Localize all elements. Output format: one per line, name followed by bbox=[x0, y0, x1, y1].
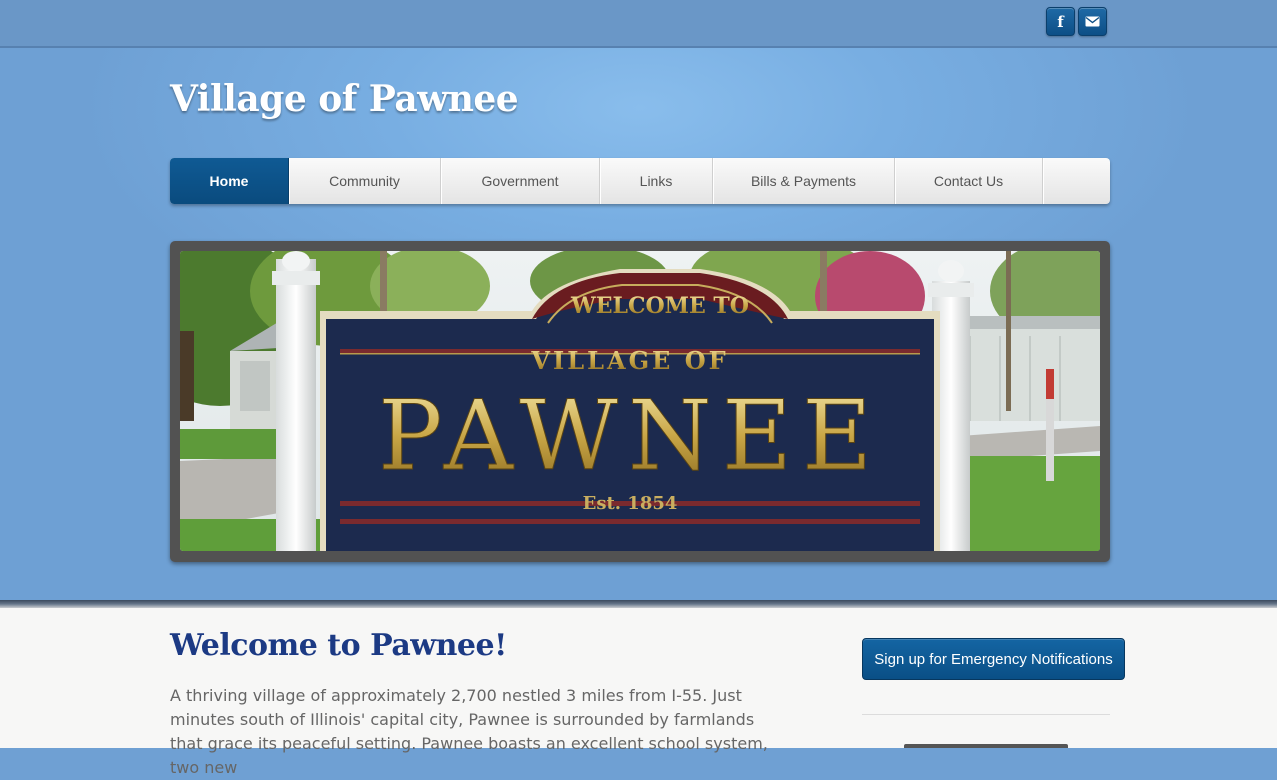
welcome-sign-image: WELCOME TO VILLAGE OF PAWNEE Est. 1854 bbox=[180, 251, 1100, 551]
sign-name: PAWNEE bbox=[378, 380, 882, 492]
nav-item-bills-payments[interactable]: Bills & Payments bbox=[713, 158, 895, 204]
nav-filler bbox=[1043, 158, 1110, 204]
nav-item-government[interactable]: Government bbox=[441, 158, 600, 204]
nav-item-contact-us[interactable]: Contact Us bbox=[895, 158, 1043, 204]
banner-frame: WELCOME TO VILLAGE OF PAWNEE Est. 1854 bbox=[170, 241, 1110, 562]
nav-item-community[interactable]: Community bbox=[289, 158, 441, 204]
sign-line-village-of: VILLAGE OF bbox=[530, 346, 728, 375]
nav-item-home[interactable]: Home bbox=[170, 158, 289, 204]
intro-paragraph: A thriving village of approximately 2,70… bbox=[170, 686, 768, 777]
sign-established: Est. 1854 bbox=[583, 493, 678, 514]
top-bar: f bbox=[0, 0, 1277, 48]
facebook-icon[interactable]: f bbox=[1046, 7, 1075, 36]
nav-item-links[interactable]: Links bbox=[600, 158, 713, 204]
sign-arch-text: WELCOME TO bbox=[570, 293, 749, 319]
banner-photo: WELCOME TO VILLAGE OF PAWNEE Est. 1854 bbox=[180, 251, 1100, 551]
welcome-heading: Welcome to Pawnee! bbox=[170, 628, 507, 663]
sidebar-divider bbox=[862, 714, 1110, 715]
main-nav: Home Community Government Links Bills & … bbox=[170, 158, 1110, 204]
sidebar-widget-top bbox=[904, 744, 1068, 748]
section-divider bbox=[0, 600, 1277, 608]
main-content: Welcome to Pawnee! A thriving village of… bbox=[0, 608, 1277, 777]
mail-icon[interactable] bbox=[1078, 7, 1107, 36]
emergency-notifications-button[interactable]: Sign up for Emergency Notifications bbox=[862, 638, 1125, 680]
site-title[interactable]: Village of Pawnee bbox=[170, 78, 519, 120]
